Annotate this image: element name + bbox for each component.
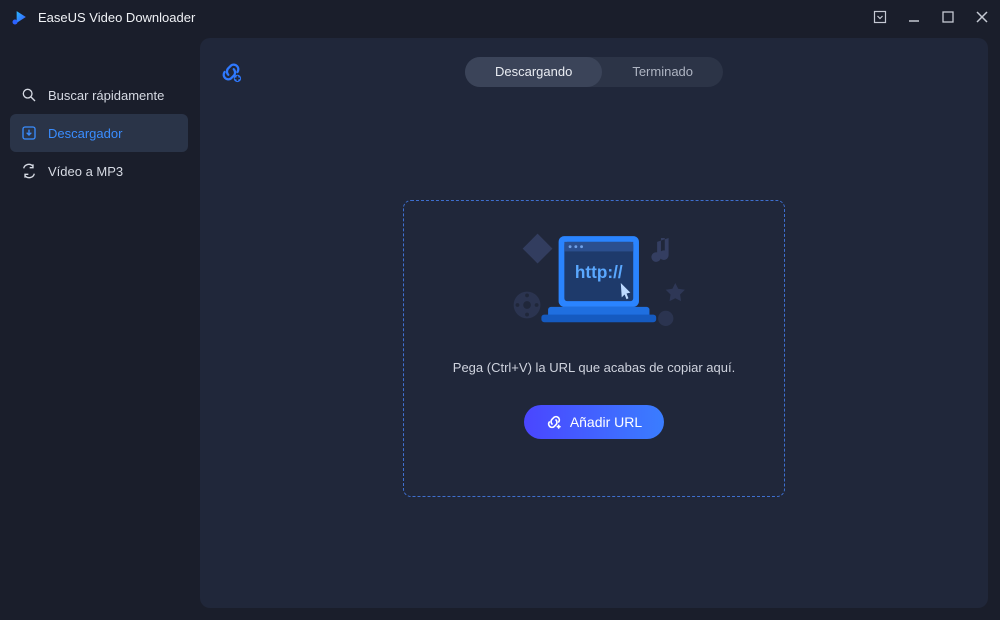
sidebar-item-search[interactable]: Buscar rápidamente xyxy=(10,76,188,114)
search-icon xyxy=(20,87,38,103)
add-url-button-label: Añadir URL xyxy=(570,414,642,430)
app-logo-icon xyxy=(10,7,30,27)
main-panel: Descargando Terminado xyxy=(200,38,988,608)
sidebar-item-label: Descargador xyxy=(48,126,122,141)
add-url-top-icon[interactable] xyxy=(220,61,242,83)
add-url-button[interactable]: Añadir URL xyxy=(524,405,664,439)
window-minimize-button[interactable] xyxy=(906,9,922,25)
svg-text:http://: http:// xyxy=(575,262,623,282)
tab-downloading[interactable]: Descargando xyxy=(465,57,602,87)
sidebar-item-video-to-mp3[interactable]: Vídeo a MP3 xyxy=(10,152,188,190)
sidebar: Buscar rápidamente Descargador xyxy=(0,30,200,620)
window-dropdown-button[interactable] xyxy=(872,9,888,25)
titlebar: EaseUS Video Downloader xyxy=(0,0,1000,30)
drop-area[interactable]: http:// Pega (Ctrl+V) la URL que acabas … xyxy=(403,200,785,497)
convert-icon xyxy=(20,163,38,179)
window-close-button[interactable] xyxy=(974,9,990,25)
sidebar-item-downloader[interactable]: Descargador xyxy=(10,114,188,152)
sidebar-item-label: Vídeo a MP3 xyxy=(48,164,123,179)
window-maximize-button[interactable] xyxy=(940,9,956,25)
tab-finished[interactable]: Terminado xyxy=(602,57,723,87)
laptop-illustration-icon: http:// xyxy=(484,231,704,336)
tab-switcher: Descargando Terminado xyxy=(465,57,723,87)
drop-instruction: Pega (Ctrl+V) la URL que acabas de copia… xyxy=(453,360,735,375)
download-icon xyxy=(20,125,38,141)
sidebar-item-label: Buscar rápidamente xyxy=(48,88,164,103)
app-title: EaseUS Video Downloader xyxy=(38,10,195,25)
link-plus-icon xyxy=(546,414,562,430)
